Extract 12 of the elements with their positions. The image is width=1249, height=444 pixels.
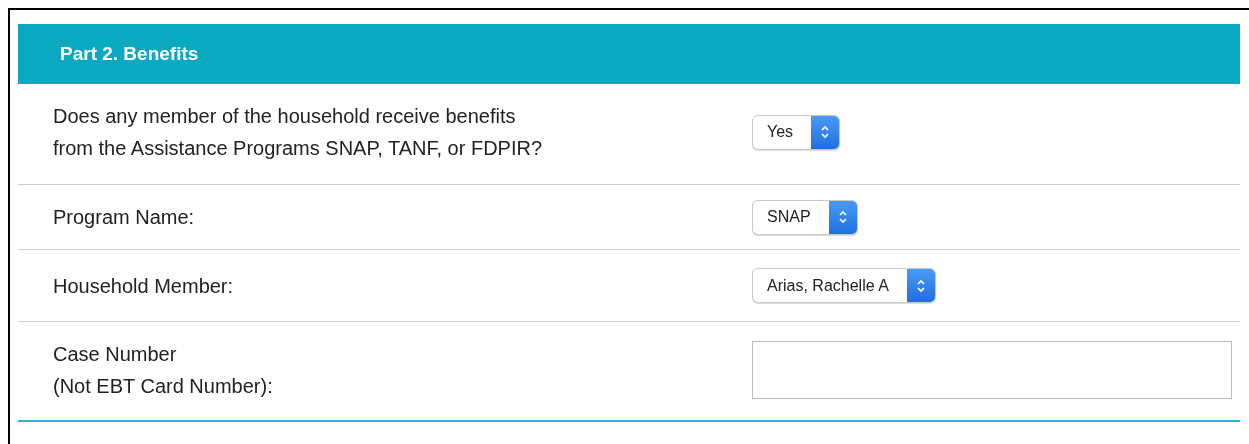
field-label: Household Member: <box>53 273 235 299</box>
dropdown[interactable]: Yes <box>752 114 841 150</box>
field-label: Case Number (Not EBT Card Number): <box>53 342 274 399</box>
chevron-updown-icon <box>915 278 926 293</box>
section-title: Part 2. Benefits <box>60 43 199 65</box>
dropdown[interactable]: Arias, Rachelle A <box>752 268 936 303</box>
field-label: Does any member of the household receive benefits from the Assistance Programs SNAP, TANF, or FDPIR? <box>53 104 544 161</box>
chevron-updown-icon <box>820 125 831 139</box>
dropdown[interactable]: SNAP <box>752 199 858 235</box>
chevron-updown-icon <box>837 210 848 224</box>
input-field[interactable] <box>752 341 1232 399</box>
field-label: Program Name: <box>53 205 196 230</box>
